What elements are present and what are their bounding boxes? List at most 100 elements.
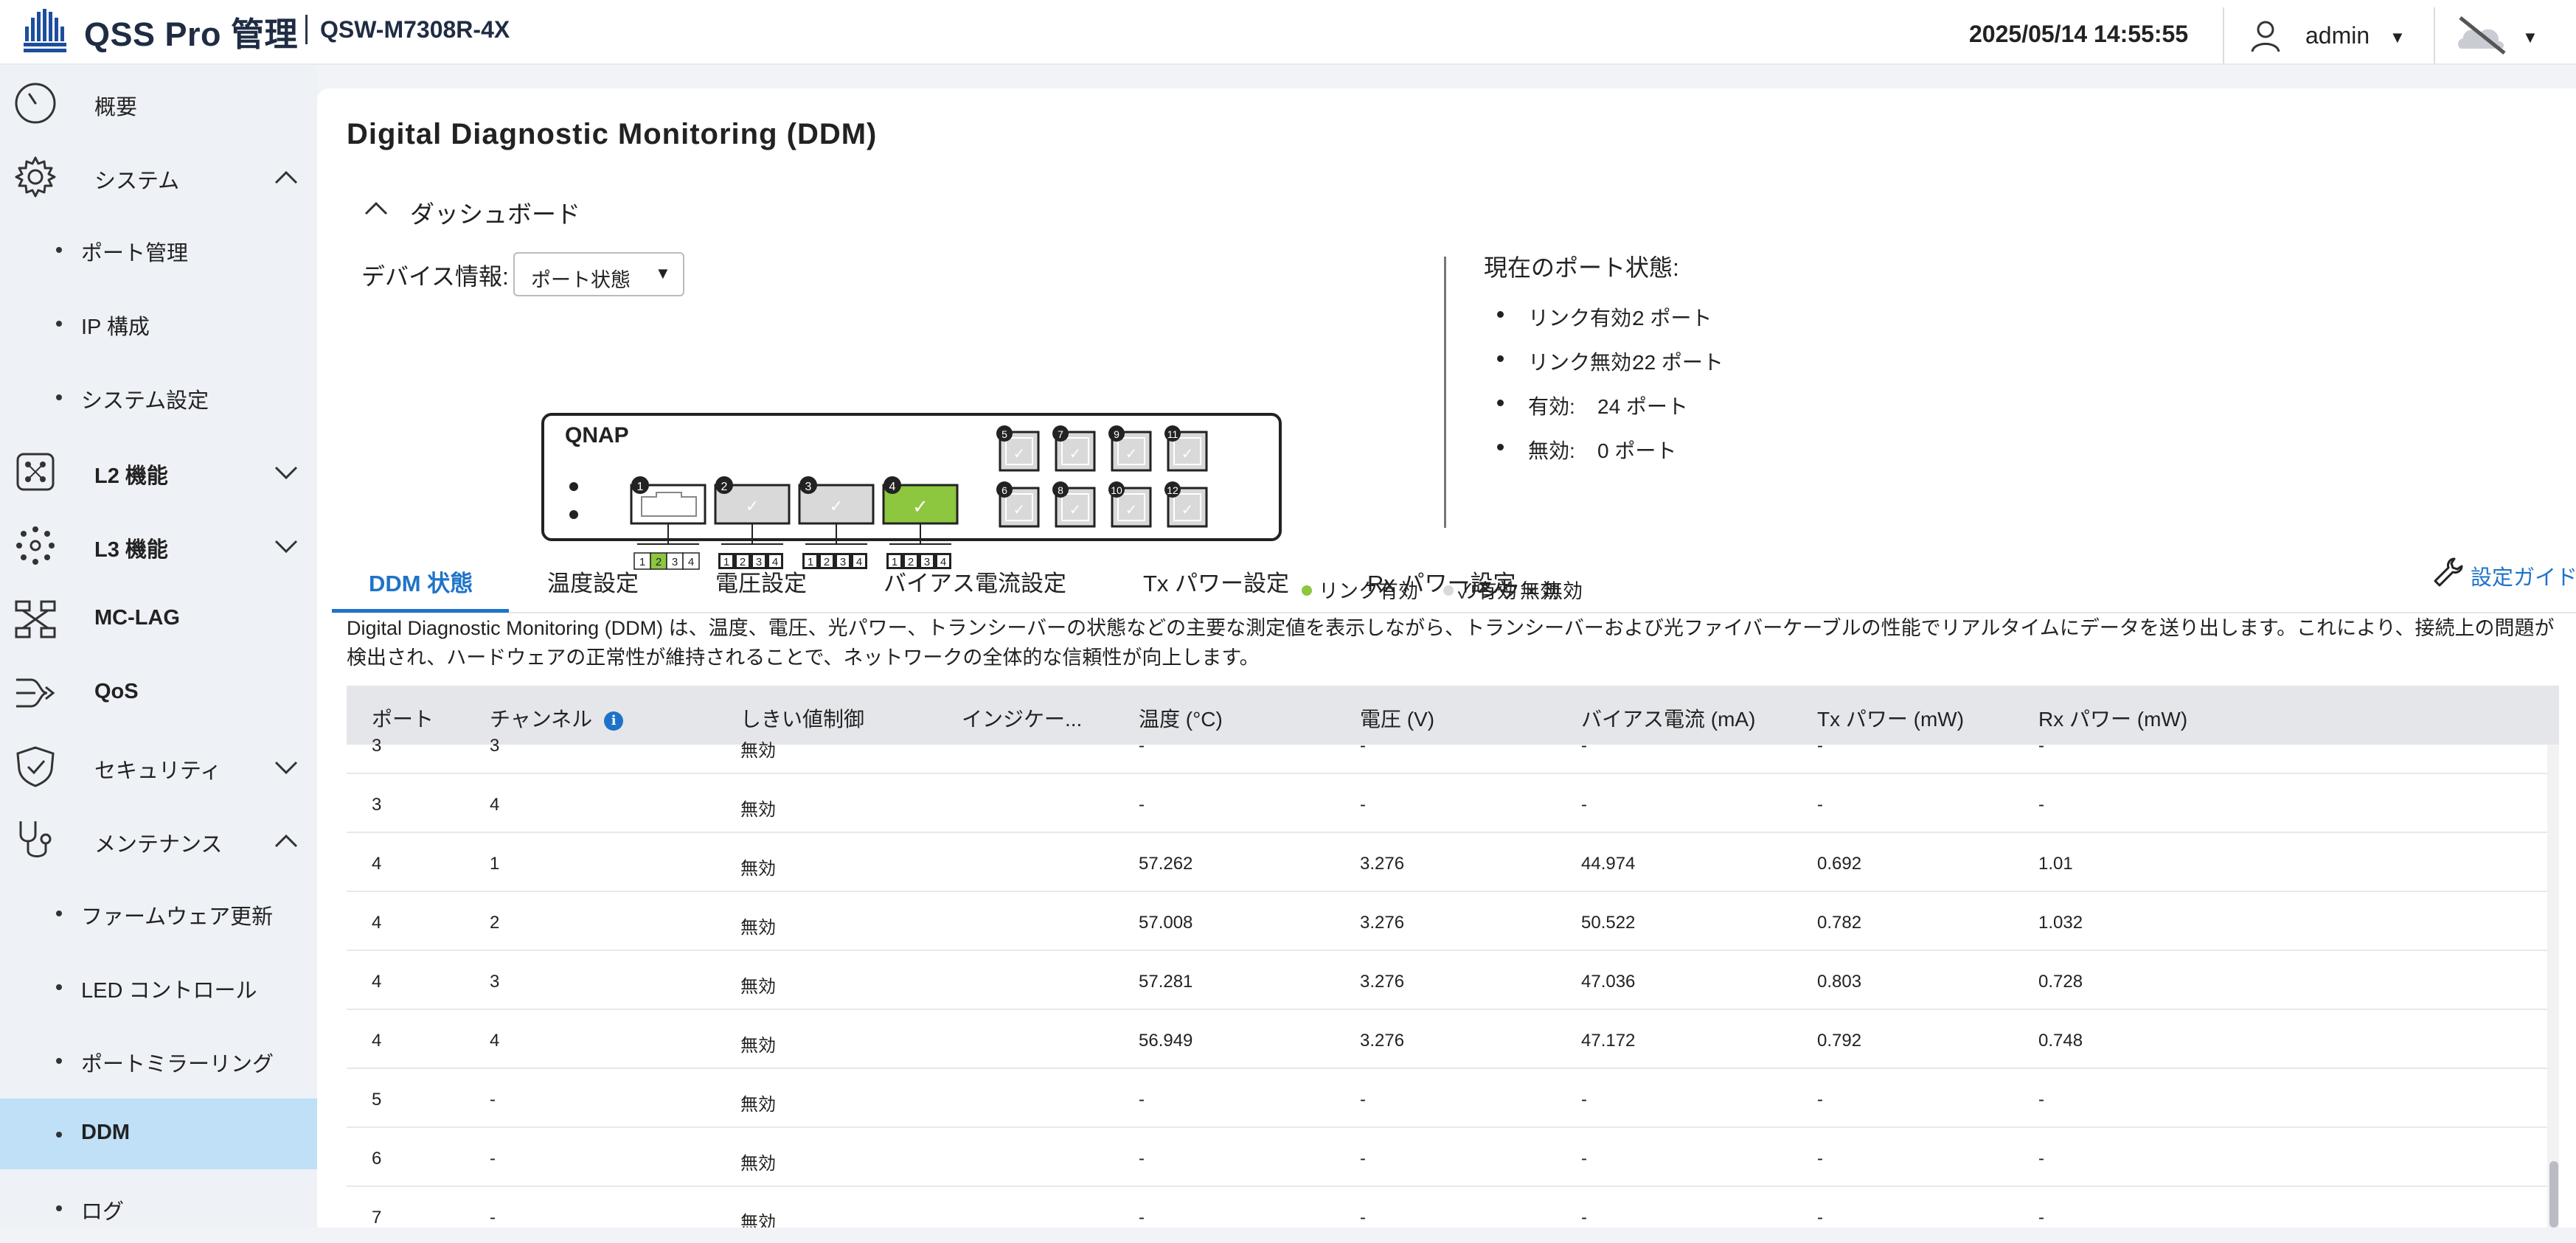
sidebar-item-qos[interactable]: QoS xyxy=(0,656,317,727)
ddm-description: Digital Diagnostic Monitoring (DDM) は、温度… xyxy=(347,617,2555,669)
chevron-up-icon[interactable] xyxy=(361,193,391,223)
cloud-caret-icon[interactable]: ▼ xyxy=(2522,28,2538,47)
table-row[interactable]: 4 1 無効 57.262 3.276 44.974 0.692 1.01 xyxy=(347,833,2559,892)
tab-tx-power[interactable]: Tx パワー設定 xyxy=(1143,565,1289,598)
port-8[interactable]: ✓8 xyxy=(1052,481,1096,528)
cell-threshold: 無効 xyxy=(740,1213,776,1228)
speedometer-icon xyxy=(15,83,56,124)
sidebar-item-l2[interactable]: L2 機能 xyxy=(0,435,317,506)
cell-tx-power: 0.792 xyxy=(1817,1031,1862,1051)
cell-threshold: 無効 xyxy=(740,977,776,997)
qos-icon xyxy=(16,678,55,708)
status-led xyxy=(569,510,578,519)
setup-guide-label[interactable]: 設定ガイド xyxy=(2471,560,2576,591)
cell-rx-power: 1.032 xyxy=(2038,913,2083,933)
tab-ddm-status[interactable]: DDM 状態 xyxy=(369,565,473,598)
table-row[interactable]: 6 - 無効 - - - - - xyxy=(347,1128,2559,1187)
cell-rx-power: - xyxy=(2038,795,2044,815)
table-row[interactable]: 7 - 無効 - - - - - xyxy=(347,1187,2559,1228)
cell-tx-power: - xyxy=(1817,1208,1823,1228)
sidebar-item-system[interactable]: システム xyxy=(0,140,317,211)
table-scrollbar-thumb[interactable] xyxy=(2549,1161,2558,1228)
tab-temperature[interactable]: 温度設定 xyxy=(547,565,639,598)
user-icon[interactable] xyxy=(2248,18,2283,53)
cell-bias-current: 47.036 xyxy=(1581,972,1636,992)
cell-voltage: 3.276 xyxy=(1360,972,1405,992)
sidebar-item-label: LED コントロール xyxy=(81,979,257,1003)
tab-voltage[interactable]: 電圧設定 xyxy=(715,565,807,598)
port-6[interactable]: ✓6 xyxy=(996,481,1040,528)
current-port-status-title: 現在のポート状態: xyxy=(1484,254,1679,281)
cell-port: 4 xyxy=(372,1031,382,1051)
port-7[interactable]: ✓7 xyxy=(1052,425,1096,472)
user-name[interactable]: admin xyxy=(2305,22,2370,49)
qss-logo-icon xyxy=(24,9,66,52)
cell-channel: - xyxy=(490,1149,496,1169)
svg-text:7: 7 xyxy=(1058,428,1063,440)
cell-temperature: 57.262 xyxy=(1139,854,1193,874)
svg-text:2: 2 xyxy=(721,481,728,493)
sidebar-item-label: メンテナンス xyxy=(94,833,223,857)
main-panel: Digital Diagnostic Monitoring (DDM) ダッシュ… xyxy=(317,88,2576,1228)
sidebar-item-maintenance[interactable]: メンテナンス xyxy=(0,804,317,874)
cell-port: 4 xyxy=(372,854,382,874)
chevron-down-icon[interactable] xyxy=(271,531,301,560)
sidebar-item-security[interactable]: セキュリティ xyxy=(0,730,317,801)
port-5[interactable]: ✓5 xyxy=(996,425,1040,472)
cell-voltage: - xyxy=(1360,1149,1366,1169)
cell-channel: - xyxy=(490,1208,496,1228)
table-row[interactable]: 3 3 無効 - - - - - xyxy=(347,715,2559,774)
cell-channel: 1 xyxy=(490,854,500,874)
table-scrollbar-track[interactable] xyxy=(2547,745,2559,1228)
top-bar: QSS Pro 管理 QSW-M7308R-4X 2025/05/14 14:5… xyxy=(0,0,2576,65)
svg-text:8: 8 xyxy=(1058,484,1063,496)
app-title: QSS Pro 管理 xyxy=(84,15,299,53)
port-10[interactable]: ✓10 xyxy=(1108,481,1152,528)
table-row[interactable]: 3 4 無効 - - - - - xyxy=(347,774,2559,833)
cloud-status-icon[interactable] xyxy=(2456,10,2509,58)
cell-tx-power: - xyxy=(1817,736,1823,756)
cell-rx-power: - xyxy=(2038,736,2044,756)
sidebar-item-port-management[interactable]: ポート管理 xyxy=(0,214,317,285)
svg-text:✓: ✓ xyxy=(912,496,928,518)
chevron-up-icon[interactable] xyxy=(271,826,301,855)
user-caret-icon[interactable]: ▼ xyxy=(2389,28,2406,47)
sidebar: 概要 システム ポート管理 IP 構成 システム設定 L2 機能 L3 機能 M… xyxy=(0,66,317,1228)
sidebar-item-mc-lag[interactable]: MC-LAG xyxy=(0,582,317,653)
tab-rx-power[interactable]: Rx パワー設定 xyxy=(1367,565,1516,598)
chevron-up-icon[interactable] xyxy=(271,162,301,192)
svg-text:✓: ✓ xyxy=(1069,501,1082,518)
chevron-down-icon[interactable] xyxy=(271,752,301,781)
sidebar-item-label: DDM xyxy=(81,1121,131,1144)
sidebar-item-firmware-update[interactable]: ファームウェア更新 xyxy=(0,877,317,948)
tab-bias-current[interactable]: バイアス電流設定 xyxy=(883,565,1066,598)
table-row[interactable]: 4 4 無効 56.949 3.276 47.172 0.792 0.748 xyxy=(347,1010,2559,1069)
svg-text:✓: ✓ xyxy=(830,498,843,516)
port-12[interactable]: ✓12 xyxy=(1164,481,1208,528)
sidebar-item-log[interactable]: ログ xyxy=(0,1172,317,1243)
sidebar-item-label: MC-LAG xyxy=(94,606,180,630)
gear-icon xyxy=(15,156,56,198)
cell-port: 4 xyxy=(372,913,382,933)
sidebar-item-overview[interactable]: 概要 xyxy=(0,66,317,137)
sidebar-item-ddm[interactable]: DDM xyxy=(0,1098,317,1169)
device-info-label: デバイス情報: xyxy=(361,263,509,290)
cell-bias-current: - xyxy=(1581,1149,1587,1169)
cell-bias-current: 50.522 xyxy=(1581,913,1636,933)
table-row[interactable]: 4 2 無効 57.008 3.276 50.522 0.782 1.032 xyxy=(347,892,2559,951)
cell-rx-power: - xyxy=(2038,1090,2044,1110)
port-11[interactable]: ✓11 xyxy=(1164,425,1208,472)
table-row[interactable]: 4 3 無効 57.281 3.276 47.036 0.803 0.728 xyxy=(347,951,2559,1010)
sidebar-item-l3[interactable]: L3 機能 xyxy=(0,509,317,579)
chevron-down-icon[interactable] xyxy=(271,457,301,487)
sidebar-item-ip-config[interactable]: IP 構成 xyxy=(0,288,317,358)
cell-voltage: - xyxy=(1360,736,1366,756)
port-9[interactable]: ✓9 xyxy=(1108,425,1152,472)
device-info-select[interactable]: ポート状態 ▼ xyxy=(513,252,684,296)
status-led xyxy=(569,482,578,491)
sidebar-item-label: システム設定 xyxy=(81,389,209,413)
table-row[interactable]: 5 - 無効 - - - - - xyxy=(347,1069,2559,1128)
sidebar-item-system-settings[interactable]: システム設定 xyxy=(0,361,317,432)
sidebar-item-port-mirroring[interactable]: ポートミラーリング xyxy=(0,1025,317,1096)
sidebar-item-led-control[interactable]: LED コントロール xyxy=(0,951,317,1022)
